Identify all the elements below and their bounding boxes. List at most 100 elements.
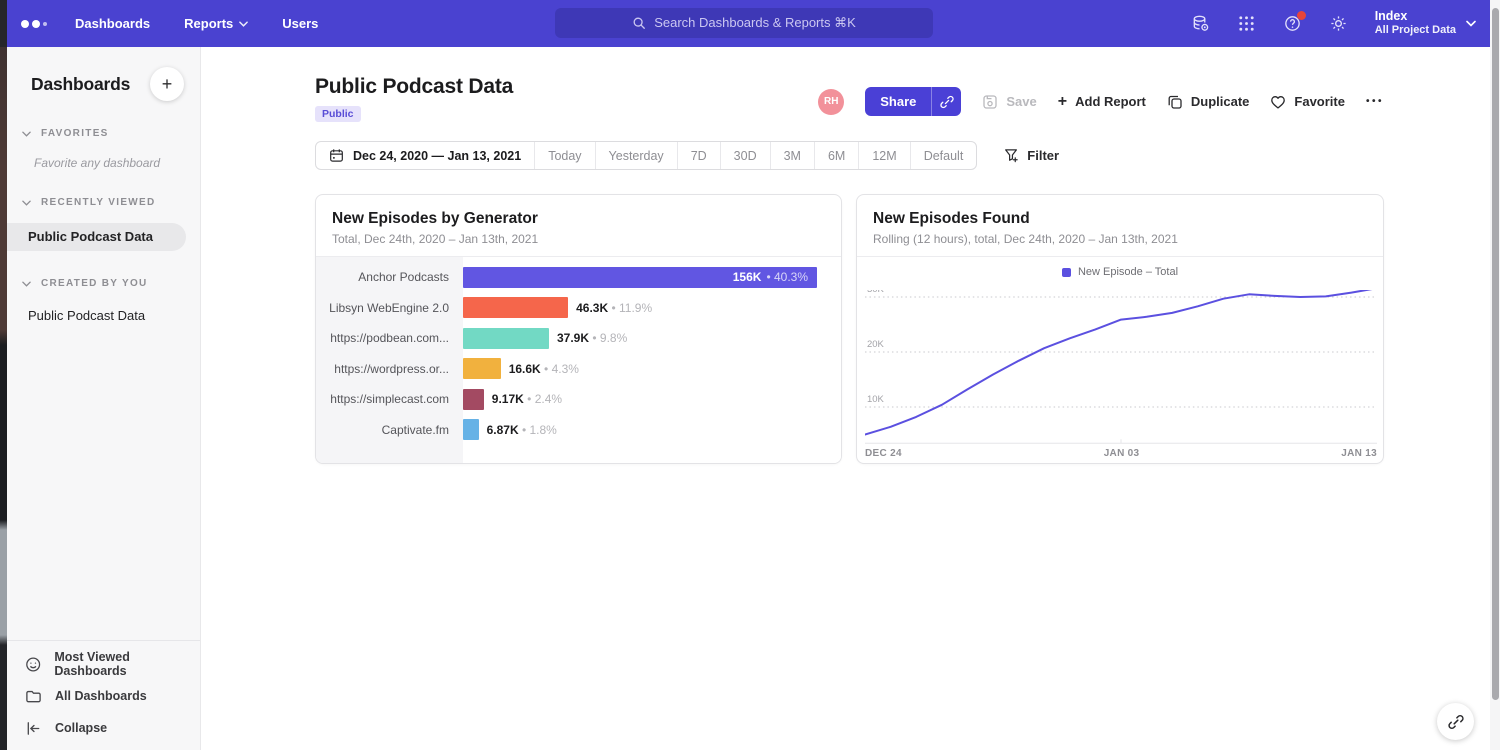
bar-value-label: 37.9K • 9.8%	[557, 331, 627, 345]
bar-value: 37.9K	[557, 331, 589, 345]
bar-chart-title: New Episodes by Generator	[332, 210, 825, 228]
bar-category-label: https://simplecast.com	[316, 392, 463, 406]
chevron-down-icon	[239, 21, 248, 27]
favorite-button[interactable]: Favorite	[1270, 94, 1345, 110]
bar-value-label: 9.17K • 2.4%	[492, 392, 562, 406]
section-created-by-you[interactable]: CREATED BY YOU	[22, 278, 200, 289]
heart-icon	[1270, 94, 1286, 110]
date-preset-12m[interactable]: 12M	[858, 142, 909, 169]
bar-segment[interactable]	[463, 328, 549, 349]
save-button[interactable]: Save	[982, 94, 1036, 110]
x-tick: JAN 13	[1341, 448, 1377, 459]
date-preset-30d[interactable]: 30D	[720, 142, 770, 169]
copy-page-link-fab[interactable]	[1437, 703, 1474, 740]
svg-text:20K: 20K	[867, 339, 885, 350]
sidebar-title: Dashboards	[31, 74, 130, 95]
line-plot[interactable]: 30K20K10K	[865, 290, 1377, 444]
settings-gear-icon[interactable]	[1329, 14, 1349, 34]
date-preset-today[interactable]: Today	[534, 142, 594, 169]
bar-value: 9.17K	[492, 392, 524, 406]
all-dashboards-button[interactable]: All Dashboards	[7, 680, 200, 712]
date-preset-yesterday[interactable]: Yesterday	[595, 142, 677, 169]
date-preset-6m[interactable]: 6M	[814, 142, 858, 169]
line-chart-card[interactable]: New Episodes Found Rolling (12 hours), t…	[856, 194, 1384, 464]
bar-row[interactable]: https://simplecast.com 9.17K • 2.4%	[316, 384, 841, 415]
page-title: Public Podcast Data	[315, 75, 513, 99]
x-tick: JAN 03	[1104, 448, 1140, 459]
date-preset-7d[interactable]: 7D	[677, 142, 720, 169]
search-placeholder: Search Dashboards & Reports ⌘K	[654, 15, 856, 31]
chevron-down-icon	[22, 281, 31, 287]
plus-icon: +	[1058, 93, 1067, 111]
bar-row[interactable]: https://podbean.com... 37.9K • 9.8%	[316, 323, 841, 354]
bar-row[interactable]: https://wordpress.or...16.6K • 4.3%	[316, 354, 841, 385]
favorites-empty-text: Favorite any dashboard	[34, 156, 200, 170]
x-tick: DEC 24	[865, 448, 902, 459]
x-axis-labels: DEC 24 JAN 03 JAN 13	[865, 448, 1377, 459]
app-logo[interactable]	[21, 20, 47, 28]
vertical-scrollbar[interactable]	[1490, 0, 1500, 750]
nav-dashboards[interactable]: Dashboards	[75, 16, 150, 31]
search-icon	[632, 16, 646, 30]
bar-card-header: New Episodes by Generator Total, Dec 24t…	[316, 195, 841, 257]
collapse-sidebar-button[interactable]: Collapse	[7, 712, 200, 744]
chevron-down-icon	[1466, 20, 1476, 27]
bar-segment[interactable]	[463, 419, 479, 440]
date-preset-default[interactable]: Default	[910, 142, 977, 169]
bar-value: 16.6K	[509, 362, 541, 376]
date-preset-3m[interactable]: 3M	[770, 142, 814, 169]
date-presets: TodayYesterday7D30D3M6M12MDefault	[534, 142, 976, 169]
bar-row[interactable]: Anchor Podcasts156K• 40.3%	[316, 262, 841, 293]
scrollbar-thumb[interactable]	[1492, 8, 1499, 700]
share-split-button: Share	[865, 87, 961, 116]
sidebar-item-public-podcast-data[interactable]: Public Podcast Data	[7, 308, 200, 323]
bar-track: 37.9K • 9.8%	[463, 328, 841, 349]
bar-chart-card[interactable]: New Episodes by Generator Total, Dec 24t…	[315, 194, 842, 464]
section-favorites[interactable]: FAVORITES	[22, 128, 200, 139]
search-input[interactable]: Search Dashboards & Reports ⌘K	[555, 8, 933, 38]
share-button[interactable]: Share	[865, 87, 931, 116]
bar-category-label: https://podbean.com...	[316, 331, 463, 345]
chart-legend[interactable]: New Episode – Total	[857, 257, 1383, 278]
bar-category-label: Libsyn WebEngine 2.0	[316, 301, 463, 315]
section-recently-viewed[interactable]: RECENTLY VIEWED	[22, 197, 200, 208]
new-dashboard-button[interactable]: +	[150, 67, 184, 101]
help-icon[interactable]	[1283, 14, 1303, 34]
calendar-icon	[329, 148, 344, 163]
navbar-right: Index All Project Data	[1191, 0, 1476, 47]
most-viewed-dashboards-button[interactable]: Most Viewed Dashboards	[7, 648, 200, 680]
add-report-button[interactable]: + Add Report	[1058, 93, 1146, 111]
data-sources-icon[interactable]	[1191, 14, 1211, 34]
bar-chart-subtitle: Total, Dec 24th, 2020 – Jan 13th, 2021	[332, 232, 825, 246]
save-icon	[982, 94, 998, 110]
nav-users[interactable]: Users	[282, 16, 318, 31]
svg-text:30K: 30K	[867, 290, 885, 295]
line-chart-title: New Episodes Found	[873, 210, 1367, 228]
duplicate-icon	[1167, 94, 1183, 110]
copy-link-button[interactable]	[931, 87, 961, 116]
bar-segment[interactable]	[463, 358, 501, 379]
bar-segment[interactable]: 156K• 40.3%	[463, 267, 817, 288]
chevron-down-icon	[22, 200, 31, 206]
bar-segment[interactable]	[463, 297, 568, 318]
nav-reports[interactable]: Reports	[184, 16, 248, 31]
public-badge: Public	[315, 106, 361, 122]
duplicate-button[interactable]: Duplicate	[1167, 94, 1250, 110]
primary-nav: Dashboards Reports Users	[75, 16, 318, 31]
sidebar-item-public-podcast-data[interactable]: Public Podcast Data	[7, 223, 186, 251]
sidebar: Dashboards + FAVORITES Favorite any dash…	[7, 47, 201, 750]
apps-grid-icon[interactable]	[1237, 14, 1257, 34]
bar-row[interactable]: Captivate.fm6.87K • 1.8%	[316, 415, 841, 446]
legend-swatch	[1062, 268, 1071, 277]
avatar[interactable]: RH	[818, 89, 844, 115]
date-range-picker[interactable]: Dec 24, 2020 — Jan 13, 2021	[316, 142, 534, 169]
bar-value-label: 16.6K • 4.3%	[509, 362, 579, 376]
bar-segment[interactable]	[463, 389, 484, 410]
chevron-down-icon	[22, 131, 31, 137]
main-content: Public Podcast Data Public RH Share Save	[201, 47, 1490, 750]
more-options-button[interactable]: •••	[1366, 96, 1384, 107]
line-chart-subtitle: Rolling (12 hours), total, Dec 24th, 202…	[873, 232, 1367, 246]
project-switcher[interactable]: Index All Project Data	[1375, 9, 1476, 38]
filter-button[interactable]: Filter	[1004, 148, 1059, 163]
bar-row[interactable]: Libsyn WebEngine 2.046.3K • 11.9%	[316, 293, 841, 324]
